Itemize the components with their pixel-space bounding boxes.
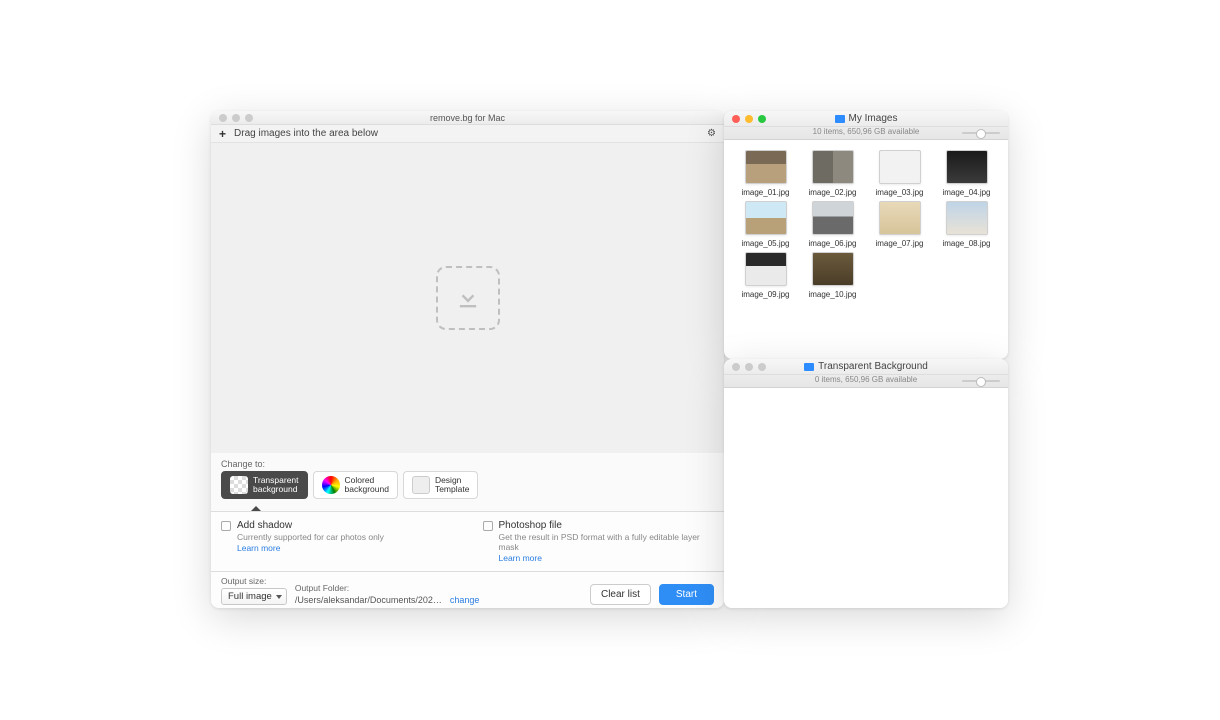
change-to-tabs: Transparent background Colored backgroun… — [211, 471, 724, 507]
thumbnail-icon — [812, 252, 854, 286]
output-size-label: Output size: — [221, 576, 287, 586]
add-shadow-checkbox[interactable] — [221, 521, 231, 531]
drop-target — [436, 266, 500, 330]
transparent-swatch-icon — [230, 476, 248, 494]
finder1-title: My Images — [724, 113, 1008, 124]
zoom-slider[interactable] — [962, 132, 1000, 134]
folder-icon — [835, 115, 845, 123]
finder2-titlebar[interactable]: Transparent Background — [724, 359, 1008, 375]
thumbnail-icon — [879, 201, 921, 235]
add-shadow-learn-more[interactable]: Learn more — [237, 543, 384, 553]
start-button[interactable]: Start — [659, 584, 714, 605]
tab-transparent-bg[interactable]: Transparent background — [221, 471, 308, 499]
options-row: Add shadow Currently supported for car p… — [211, 512, 724, 571]
change-to-label: Change to: — [211, 453, 724, 471]
app-titlebar[interactable]: remove.bg for Mac — [211, 111, 724, 125]
photoshop-learn-more[interactable]: Learn more — [499, 553, 715, 563]
add-shadow-label: Add shadow — [237, 520, 384, 531]
thumbnail-icon — [745, 201, 787, 235]
thumbnail-icon — [879, 150, 921, 184]
drop-area[interactable] — [211, 143, 724, 453]
add-shadow-sub: Currently supported for car photos only — [237, 532, 384, 542]
photoshop-label: Photoshop file — [499, 520, 715, 531]
file-item[interactable]: image_03.jpg — [868, 150, 931, 197]
thumbnail-icon — [946, 150, 988, 184]
settings-icon[interactable]: ⚙ — [707, 128, 716, 139]
tab-transparent-label: Transparent background — [253, 476, 299, 495]
file-item[interactable]: image_05.jpg — [734, 201, 797, 248]
finder-transparent-bg: Transparent Background 0 items, 650,96 G… — [724, 359, 1008, 608]
folder-icon — [804, 363, 814, 371]
finder1-titlebar[interactable]: My Images — [724, 111, 1008, 127]
finder-my-images: My Images 10 items, 650,96 GB available … — [724, 111, 1008, 359]
tab-design-template[interactable]: Design Template — [403, 471, 479, 499]
template-swatch-icon — [412, 476, 430, 494]
thumbnail-icon — [946, 201, 988, 235]
file-item[interactable]: image_06.jpg — [801, 201, 864, 248]
app-toolbar: + Drag images into the area below ⚙ — [211, 125, 724, 143]
file-item[interactable]: image_10.jpg — [801, 252, 864, 299]
finder2-sub: 0 items, 650,96 GB available — [724, 375, 1008, 388]
change-folder-link[interactable]: change — [450, 595, 480, 605]
finder2-title: Transparent Background — [724, 361, 1008, 372]
empty-content[interactable] — [724, 388, 1008, 608]
app-window: remove.bg for Mac + Drag images into the… — [211, 111, 724, 608]
file-item[interactable]: image_04.jpg — [935, 150, 998, 197]
file-item[interactable]: image_02.jpg — [801, 150, 864, 197]
tab-template-label: Design Template — [435, 476, 470, 495]
add-icon[interactable]: + — [219, 127, 226, 141]
file-item[interactable]: image_09.jpg — [734, 252, 797, 299]
photoshop-sub: Get the result in PSD format with a full… — [499, 532, 715, 552]
output-folder-label: Output Folder: — [295, 583, 480, 593]
app-title: remove.bg for Mac — [211, 113, 724, 123]
thumbnail-grid: image_01.jpg image_02.jpg image_03.jpg i… — [724, 140, 1008, 309]
color-wheel-icon — [322, 476, 340, 494]
clear-list-button[interactable]: Clear list — [590, 584, 651, 605]
finder1-sub: 10 items, 650,96 GB available — [724, 127, 1008, 140]
file-item[interactable]: image_07.jpg — [868, 201, 931, 248]
thumbnail-icon — [812, 201, 854, 235]
drag-hint: Drag images into the area below — [234, 128, 378, 139]
thumbnail-icon — [745, 252, 787, 286]
thumbnail-icon — [745, 150, 787, 184]
output-row: Output size: Full image Output Folder: /… — [211, 572, 724, 608]
photoshop-checkbox[interactable] — [483, 521, 493, 531]
file-item[interactable]: image_01.jpg — [734, 150, 797, 197]
zoom-slider[interactable] — [962, 380, 1000, 382]
output-size-select[interactable]: Full image — [221, 588, 287, 605]
file-item[interactable]: image_08.jpg — [935, 201, 998, 248]
download-arrow-icon — [454, 284, 482, 312]
tab-colored-bg[interactable]: Colored background — [313, 471, 398, 499]
thumbnail-icon — [812, 150, 854, 184]
output-folder-path: /Users/aleksandar/Documents/2023-04-0... — [295, 595, 445, 605]
tab-colored-label: Colored background — [345, 476, 389, 495]
